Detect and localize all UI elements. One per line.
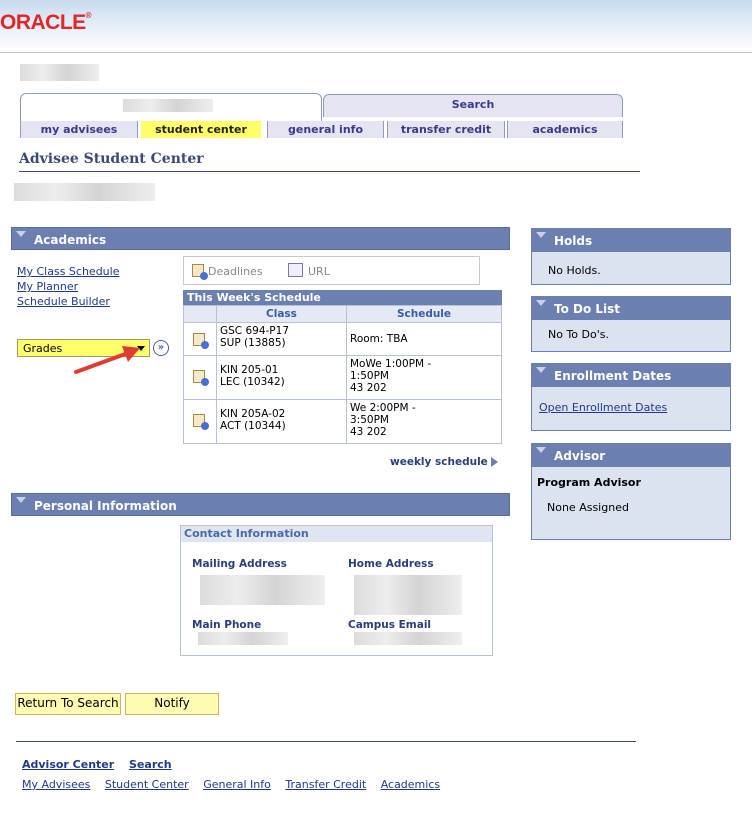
advisor-box: Advisor Program Advisor None Assigned: [531, 443, 731, 540]
home-address-label: Home Address: [348, 558, 434, 570]
enrollment-box: Enrollment Dates Open Enrollment Dates: [531, 363, 731, 431]
weekly-schedule-grid: This Week's Schedule Class Schedule GSC …: [183, 290, 502, 444]
footer-advisor-center-link[interactable]: Advisor Center: [22, 758, 114, 771]
campus-email-redacted: [354, 632, 462, 645]
contact-info-title: Contact Information: [181, 526, 492, 542]
class-detail-icon[interactable]: [193, 414, 209, 430]
url-link[interactable]: URL: [308, 265, 330, 278]
my-planner-link[interactable]: My Planner: [17, 279, 119, 294]
oracle-logo: ORACLE®: [0, 11, 92, 34]
tab-advisee[interactable]: [20, 93, 322, 122]
footer-row-secondary: My Advisees Student Center General Info …: [22, 778, 440, 791]
return-to-search-button[interactable]: Return To Search: [15, 693, 121, 715]
collapse-icon[interactable]: [16, 497, 26, 503]
holds-text: No Holds.: [548, 264, 601, 277]
collapse-icon[interactable]: [536, 232, 546, 238]
collapse-icon[interactable]: [536, 447, 546, 453]
deadlines-icon: [192, 264, 208, 280]
program-advisor-value: None Assigned: [547, 501, 629, 514]
table-row: KIN 205A-02 ACT (10344) We 2:00PM -3:50PM…: [183, 399, 502, 444]
schedule-title: This Week's Schedule: [183, 290, 502, 305]
tab-advisee-label-redacted: [123, 99, 213, 112]
footer-student-center-link[interactable]: Student Center: [105, 778, 189, 791]
schedule-builder-link[interactable]: Schedule Builder: [17, 294, 119, 309]
footer-search-link[interactable]: Search: [129, 758, 172, 771]
subtab-general-info[interactable]: general info: [267, 121, 384, 138]
collapse-icon[interactable]: [536, 300, 546, 306]
footer-row-primary: Advisor Center Search: [22, 758, 172, 771]
tab-search[interactable]: Search: [323, 94, 623, 117]
subtab-transfer-credit[interactable]: transfer credit: [387, 121, 505, 138]
footer-transfer-credit-link[interactable]: Transfer Credit: [285, 778, 366, 791]
dropdown-value: Grades: [23, 342, 63, 355]
annotation-arrow-icon: [74, 346, 140, 374]
tab-search-label: Search: [451, 98, 495, 111]
enrollment-header[interactable]: Enrollment Dates: [532, 364, 730, 387]
advisor-header[interactable]: Advisor: [532, 444, 730, 467]
col-header-schedule: Schedule: [346, 305, 502, 323]
col-header-class: Class: [216, 305, 347, 323]
page-title: Advisee Student Center: [19, 151, 204, 167]
footer-my-advisees-link[interactable]: My Advisees: [22, 778, 90, 791]
mailing-address-redacted: [200, 575, 325, 605]
collapse-icon[interactable]: [536, 367, 546, 373]
title-divider: [19, 171, 640, 172]
url-icon: [288, 263, 303, 277]
play-arrow-icon: [491, 457, 499, 467]
table-row: KIN 205-01 LEC (10342) MoWe 1:00PM -1:50P…: [183, 355, 502, 400]
app-header: [0, 0, 752, 53]
deadlines-link[interactable]: Deadlines: [208, 265, 263, 278]
footer-general-info-link[interactable]: General Info: [203, 778, 271, 791]
todo-box: To Do List No To Do's.: [531, 296, 731, 352]
go-button[interactable]: »: [153, 340, 169, 356]
weekly-schedule-link[interactable]: weekly schedule: [390, 456, 499, 468]
table-row: GSC 694-P17 SUP (13885) Room: TBA: [183, 322, 502, 356]
holds-box: Holds No Holds.: [531, 228, 731, 285]
academics-header[interactable]: Academics: [11, 227, 510, 250]
home-address-redacted: [354, 575, 462, 615]
class-detail-icon[interactable]: [193, 333, 209, 349]
deadlines-url-box: Deadlines URL: [183, 256, 480, 285]
main-phone-redacted: [198, 632, 288, 645]
my-class-schedule-link[interactable]: My Class Schedule: [17, 264, 119, 279]
todo-header[interactable]: To Do List: [532, 297, 730, 320]
program-advisor-label: Program Advisor: [537, 476, 641, 489]
student-name-redacted: [14, 183, 155, 201]
subtab-my-advisees[interactable]: my advisees: [20, 121, 138, 138]
advisee-name-redacted: [20, 64, 99, 81]
main-phone-label: Main Phone: [192, 619, 262, 631]
holds-header[interactable]: Holds: [532, 229, 730, 252]
campus-email-label: Campus Email: [348, 619, 432, 631]
mailing-address-label: Mailing Address: [192, 558, 287, 570]
academics-links: My Class Schedule My Planner Schedule Bu…: [17, 264, 119, 309]
notify-button[interactable]: Notify: [125, 693, 219, 715]
subtab-academics[interactable]: academics: [507, 121, 623, 138]
contact-info-box: Contact Information Mailing Address Home…: [180, 525, 493, 656]
personal-info-header[interactable]: Personal Information: [11, 493, 510, 516]
footer-divider: [16, 741, 636, 742]
footer-academics-link[interactable]: Academics: [381, 778, 440, 791]
subtab-student-center[interactable]: student center: [141, 121, 261, 138]
todo-text: No To Do's.: [548, 328, 609, 341]
class-detail-icon[interactable]: [193, 370, 209, 386]
open-enrollment-dates-link[interactable]: Open Enrollment Dates: [539, 401, 667, 414]
collapse-icon[interactable]: [16, 231, 26, 237]
